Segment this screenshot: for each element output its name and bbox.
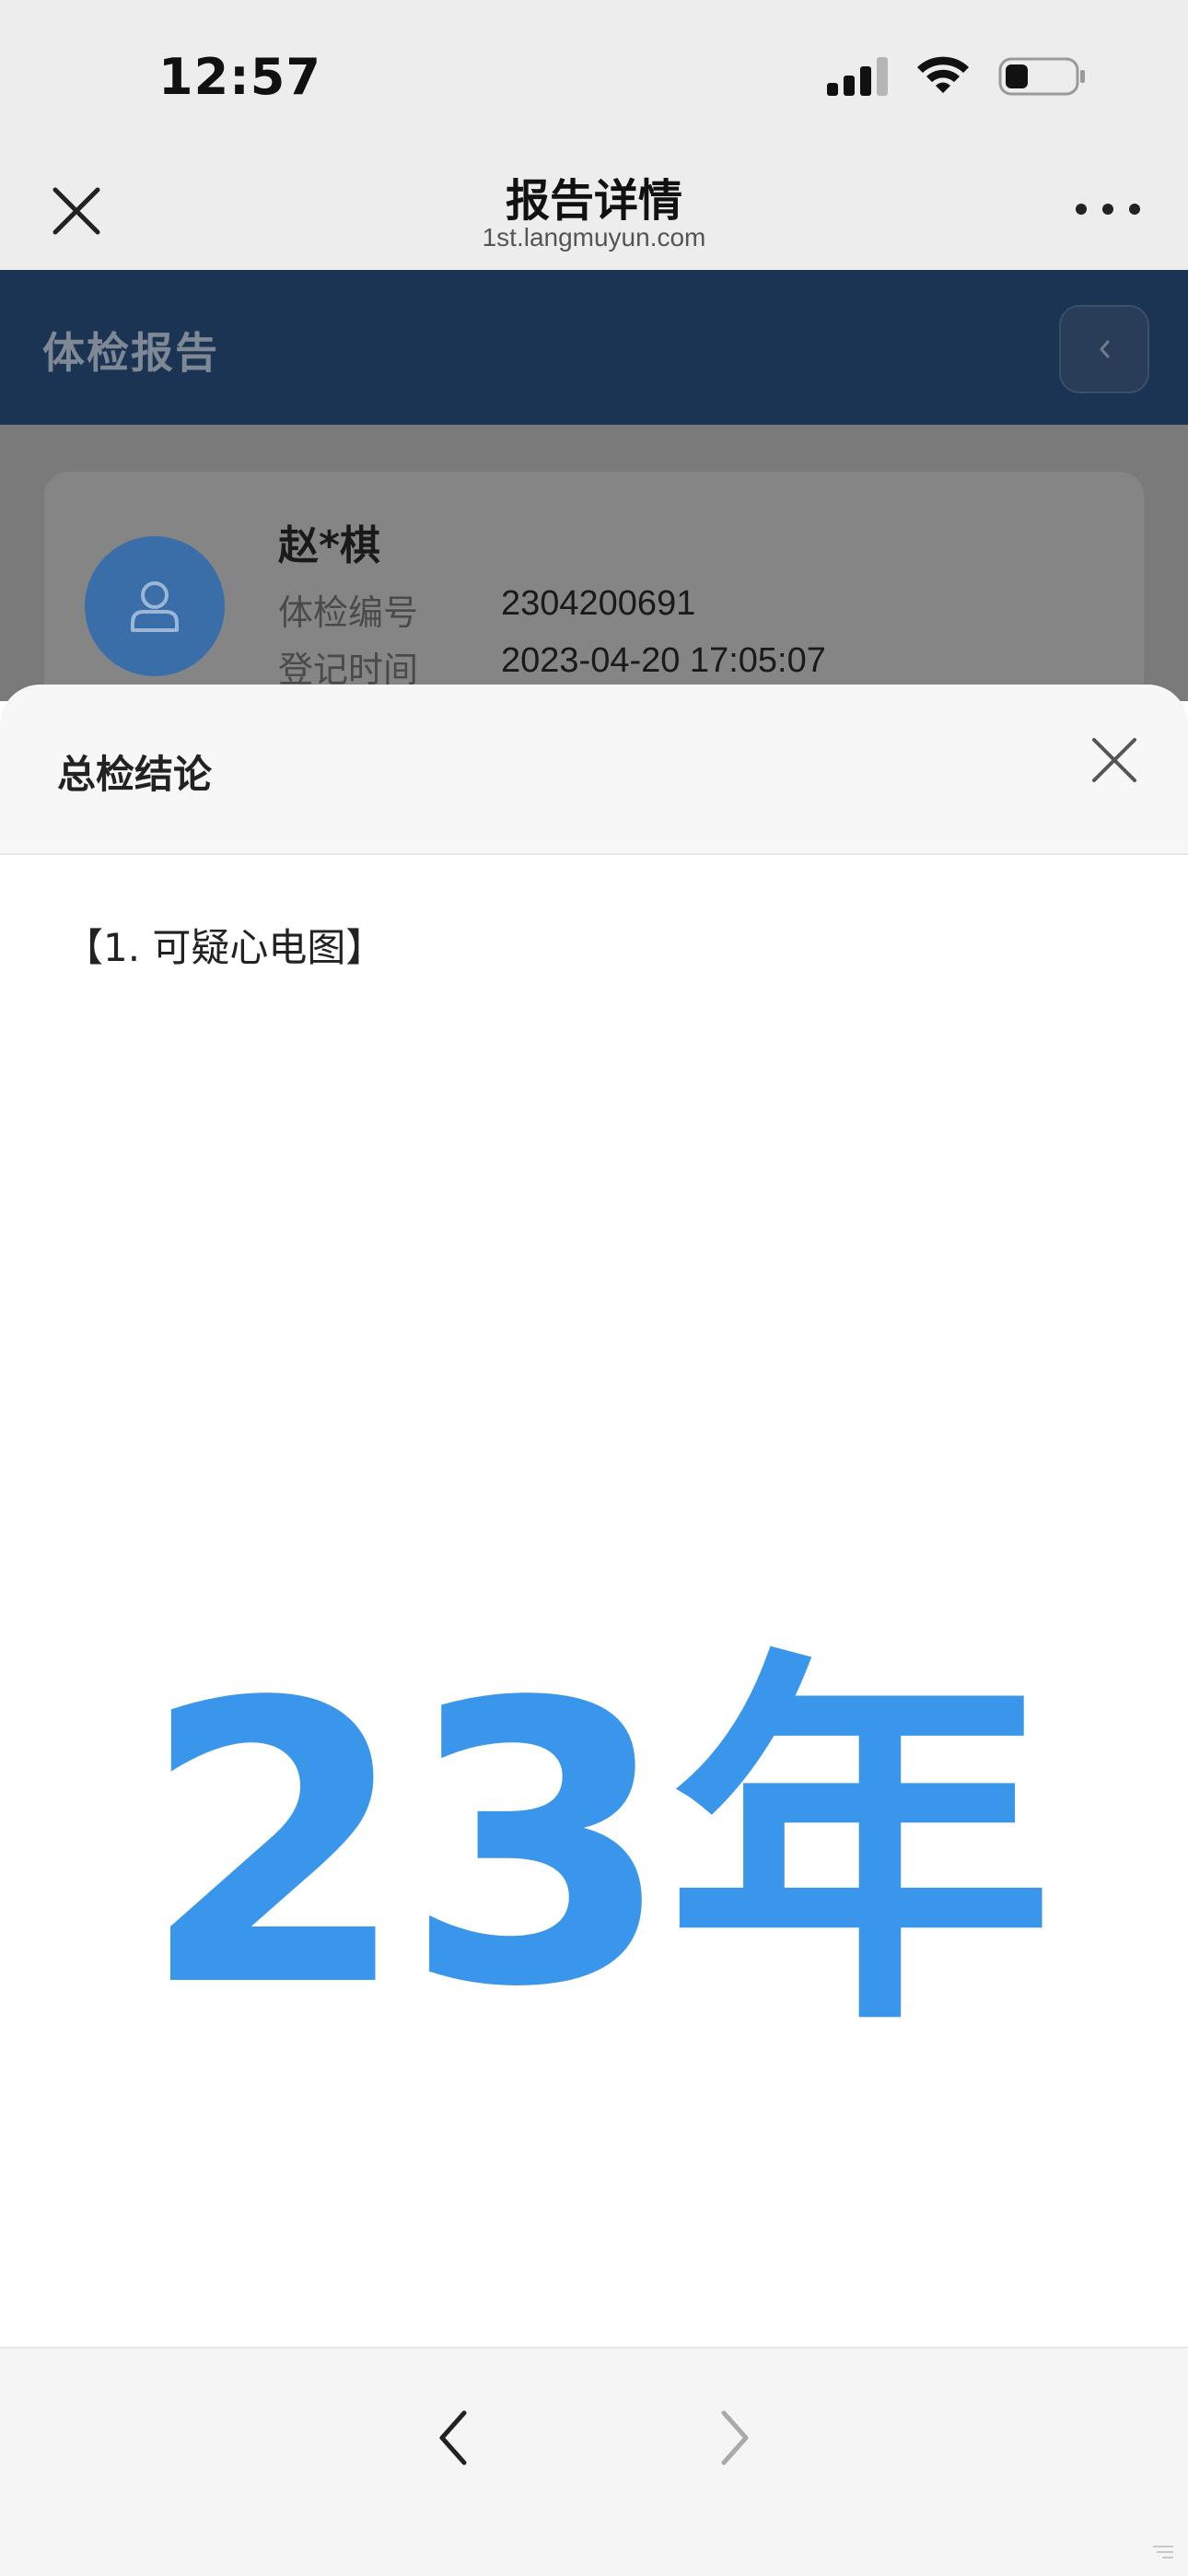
exam-number-value: 2304200691 [501,584,696,623]
sheet-header: 总检结论 [0,685,1188,855]
signal-icon [827,57,888,96]
chevron-right-icon[interactable] [704,2406,764,2470]
back-button[interactable] [1059,305,1149,393]
status-time: 12:57 [158,48,321,106]
sheet-footer [0,2347,1188,2576]
user-icon [131,581,179,632]
status-bar: 12:57 [0,0,1188,147]
sheet-title: 总检结论 [57,752,213,797]
exam-number-label: 体检编号 [278,592,419,633]
register-time-value: 2023-04-20 17:05:07 [501,641,826,680]
year-watermark: 23年 [139,1622,1054,2072]
header-title: 体检报告 [42,328,219,378]
wifi-icon [917,56,969,93]
page-url: 1st.langmuyun.com [482,223,706,252]
patient-name: 赵*棋 [278,522,381,569]
avatar [85,536,225,676]
conclusion-text: 【1. 可疑心电图】 [64,925,385,970]
conclusion-sheet: 总检结论 【1. 可疑心电图】 23年 [0,685,1188,2576]
browser-nav-bar: 报告详情 1st.langmuyun.com [0,147,1188,270]
status-icons [827,53,1087,100]
battery-icon [998,57,1085,96]
page-title: 报告详情 [505,175,682,227]
more-icon[interactable] [1076,186,1140,232]
resize-grip-icon [1153,2546,1173,2558]
back-icon [1100,340,1110,358]
report-header: 体检报告 [0,270,1188,425]
chevron-left-icon[interactable] [424,2406,484,2470]
close-icon[interactable] [1089,734,1140,786]
